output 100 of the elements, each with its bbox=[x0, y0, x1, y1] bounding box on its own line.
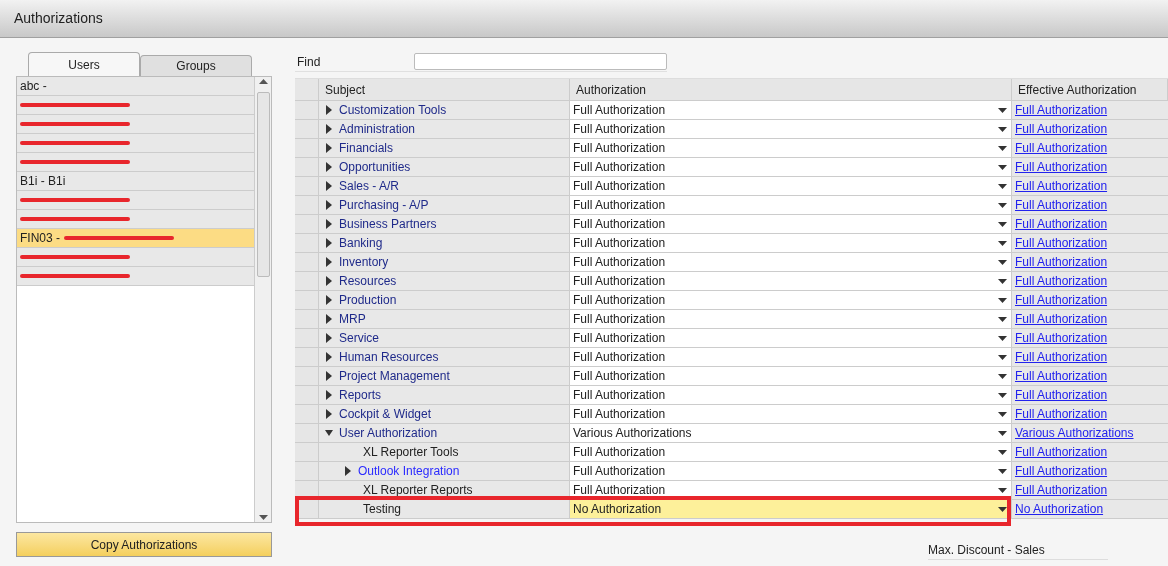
authorization-dropdown[interactable]: Various Authorizations bbox=[570, 424, 1012, 442]
table-row[interactable]: Opportunities Full Authorization Full Authorization bbox=[295, 158, 1168, 177]
scroll-down-icon[interactable] bbox=[258, 515, 268, 520]
dropdown-caret-icon[interactable] bbox=[998, 373, 1007, 379]
dropdown-caret-icon[interactable] bbox=[998, 506, 1007, 512]
dropdown-caret-icon[interactable] bbox=[998, 183, 1007, 189]
expand-arrow-icon[interactable] bbox=[325, 390, 333, 400]
user-list-item[interactable] bbox=[17, 115, 254, 134]
dropdown-caret-icon[interactable] bbox=[998, 411, 1007, 417]
table-row[interactable]: Customization Tools Full Authorization Full Authorization bbox=[295, 101, 1168, 120]
expand-arrow-icon[interactable] bbox=[325, 219, 333, 229]
authorization-dropdown[interactable]: Full Authorization bbox=[570, 367, 1012, 385]
expand-arrow-icon[interactable] bbox=[325, 276, 333, 286]
user-list-item[interactable] bbox=[17, 248, 254, 267]
table-row[interactable]: Production Full Authorization Full Authorization bbox=[295, 291, 1168, 310]
table-row[interactable]: MRP Full Authorization Full Authorization bbox=[295, 310, 1168, 329]
user-list-item[interactable] bbox=[17, 267, 254, 286]
dropdown-caret-icon[interactable] bbox=[998, 297, 1007, 303]
authorization-dropdown[interactable]: Full Authorization bbox=[570, 272, 1012, 290]
authorization-dropdown[interactable]: Full Authorization bbox=[570, 158, 1012, 176]
dropdown-caret-icon[interactable] bbox=[998, 107, 1007, 113]
table-row[interactable]: Service Full Authorization Full Authorization bbox=[295, 329, 1168, 348]
authorization-dropdown[interactable]: Full Authorization bbox=[570, 120, 1012, 138]
authorization-dropdown[interactable]: Full Authorization bbox=[570, 462, 1012, 480]
table-row[interactable]: Inventory Full Authorization Full Authorization bbox=[295, 253, 1168, 272]
authorization-dropdown[interactable]: Full Authorization bbox=[570, 215, 1012, 233]
dropdown-caret-icon[interactable] bbox=[998, 278, 1007, 284]
dropdown-caret-icon[interactable] bbox=[998, 240, 1007, 246]
table-row[interactable]: XL Reporter Reports Full Authorization Full Authorization bbox=[295, 481, 1168, 500]
collapse-arrow-icon[interactable] bbox=[325, 428, 333, 438]
expand-arrow-icon[interactable] bbox=[325, 333, 333, 343]
dropdown-caret-icon[interactable] bbox=[998, 126, 1007, 132]
expand-arrow-icon[interactable] bbox=[325, 124, 333, 134]
user-list-item[interactable]: B1i - B1i bbox=[17, 172, 254, 191]
dropdown-caret-icon[interactable] bbox=[998, 164, 1007, 170]
dropdown-caret-icon[interactable] bbox=[998, 259, 1007, 265]
tab[interactable]: Users bbox=[28, 52, 140, 76]
authorization-dropdown[interactable]: Full Authorization bbox=[570, 329, 1012, 347]
table-row[interactable]: Sales - A/R Full Authorization Full Authorization bbox=[295, 177, 1168, 196]
authorization-dropdown[interactable]: Full Authorization bbox=[570, 348, 1012, 366]
dropdown-caret-icon[interactable] bbox=[998, 145, 1007, 151]
table-row[interactable]: Reports Full Authorization Full Authorization bbox=[295, 386, 1168, 405]
authorization-dropdown[interactable]: Full Authorization bbox=[570, 177, 1012, 195]
table-row[interactable]: Banking Full Authorization Full Authorization bbox=[295, 234, 1168, 253]
authorization-dropdown[interactable]: No Authorization bbox=[570, 500, 1012, 518]
table-row[interactable]: Testing No Authorization No Authorization bbox=[295, 500, 1168, 519]
expand-arrow-icon[interactable] bbox=[325, 181, 333, 191]
tab[interactable]: Groups bbox=[140, 55, 252, 76]
authorization-dropdown[interactable]: Full Authorization bbox=[570, 234, 1012, 252]
user-list-item[interactable] bbox=[17, 153, 254, 172]
dropdown-caret-icon[interactable] bbox=[998, 354, 1007, 360]
authorization-dropdown[interactable]: Full Authorization bbox=[570, 253, 1012, 271]
table-row[interactable]: User Authorization Various Authorizations Various Authorizations bbox=[295, 424, 1168, 443]
dropdown-caret-icon[interactable] bbox=[998, 430, 1007, 436]
authorization-dropdown[interactable]: Full Authorization bbox=[570, 443, 1012, 461]
table-row[interactable]: Project Management Full Authorization Full Authorization bbox=[295, 367, 1168, 386]
user-list-item[interactable] bbox=[17, 96, 254, 115]
expand-arrow-icon[interactable] bbox=[325, 352, 333, 362]
authorization-dropdown[interactable]: Full Authorization bbox=[570, 101, 1012, 119]
dropdown-caret-icon[interactable] bbox=[998, 316, 1007, 322]
dropdown-caret-icon[interactable] bbox=[998, 335, 1007, 341]
scroll-up-icon[interactable] bbox=[258, 79, 268, 84]
dropdown-caret-icon[interactable] bbox=[998, 221, 1007, 227]
user-list-item[interactable]: abc - bbox=[17, 77, 254, 96]
dropdown-caret-icon[interactable] bbox=[998, 449, 1007, 455]
table-row[interactable]: XL Reporter Tools Full Authorization Full Authorization bbox=[295, 443, 1168, 462]
expand-arrow-icon[interactable] bbox=[325, 371, 333, 381]
expand-arrow-icon[interactable] bbox=[325, 314, 333, 324]
authorization-dropdown[interactable]: Full Authorization bbox=[570, 291, 1012, 309]
dropdown-caret-icon[interactable] bbox=[998, 468, 1007, 474]
expand-arrow-icon[interactable] bbox=[325, 162, 333, 172]
table-row[interactable]: Business Partners Full Authorization Full Authorization bbox=[295, 215, 1168, 234]
authorization-dropdown[interactable]: Full Authorization bbox=[570, 139, 1012, 157]
user-list-item[interactable] bbox=[17, 191, 254, 210]
table-row[interactable]: Human Resources Full Authorization Full Authorization bbox=[295, 348, 1168, 367]
expand-arrow-icon[interactable] bbox=[325, 295, 333, 305]
scrollbar[interactable] bbox=[254, 77, 271, 522]
expand-arrow-icon[interactable] bbox=[325, 143, 333, 153]
table-row[interactable]: Purchasing - A/P Full Authorization Full Authorization bbox=[295, 196, 1168, 215]
table-row[interactable]: Resources Full Authorization Full Authorization bbox=[295, 272, 1168, 291]
authorization-dropdown[interactable]: Full Authorization bbox=[570, 196, 1012, 214]
user-list-item[interactable] bbox=[17, 134, 254, 153]
authorization-dropdown[interactable]: Full Authorization bbox=[570, 405, 1012, 423]
expand-arrow-icon[interactable] bbox=[325, 409, 333, 419]
dropdown-caret-icon[interactable] bbox=[998, 487, 1007, 493]
authorization-dropdown[interactable]: Full Authorization bbox=[570, 310, 1012, 328]
expand-arrow-icon[interactable] bbox=[325, 257, 333, 267]
authorization-dropdown[interactable]: Full Authorization bbox=[570, 386, 1012, 404]
copy-authorizations-button[interactable]: Copy Authorizations bbox=[16, 532, 272, 557]
expand-arrow-icon[interactable] bbox=[325, 105, 333, 115]
table-row[interactable]: Outlook Integration Full Authorization Full Authorization bbox=[295, 462, 1168, 481]
user-list-item[interactable] bbox=[17, 210, 254, 229]
expand-arrow-icon[interactable] bbox=[325, 200, 333, 210]
dropdown-caret-icon[interactable] bbox=[998, 202, 1007, 208]
scroll-thumb[interactable] bbox=[256, 92, 270, 277]
table-row[interactable]: Administration Full Authorization Full Authorization bbox=[295, 120, 1168, 139]
dropdown-caret-icon[interactable] bbox=[998, 392, 1007, 398]
table-row[interactable]: Financials Full Authorization Full Authorization bbox=[295, 139, 1168, 158]
expand-arrow-icon[interactable] bbox=[325, 238, 333, 248]
find-field[interactable] bbox=[414, 53, 667, 70]
